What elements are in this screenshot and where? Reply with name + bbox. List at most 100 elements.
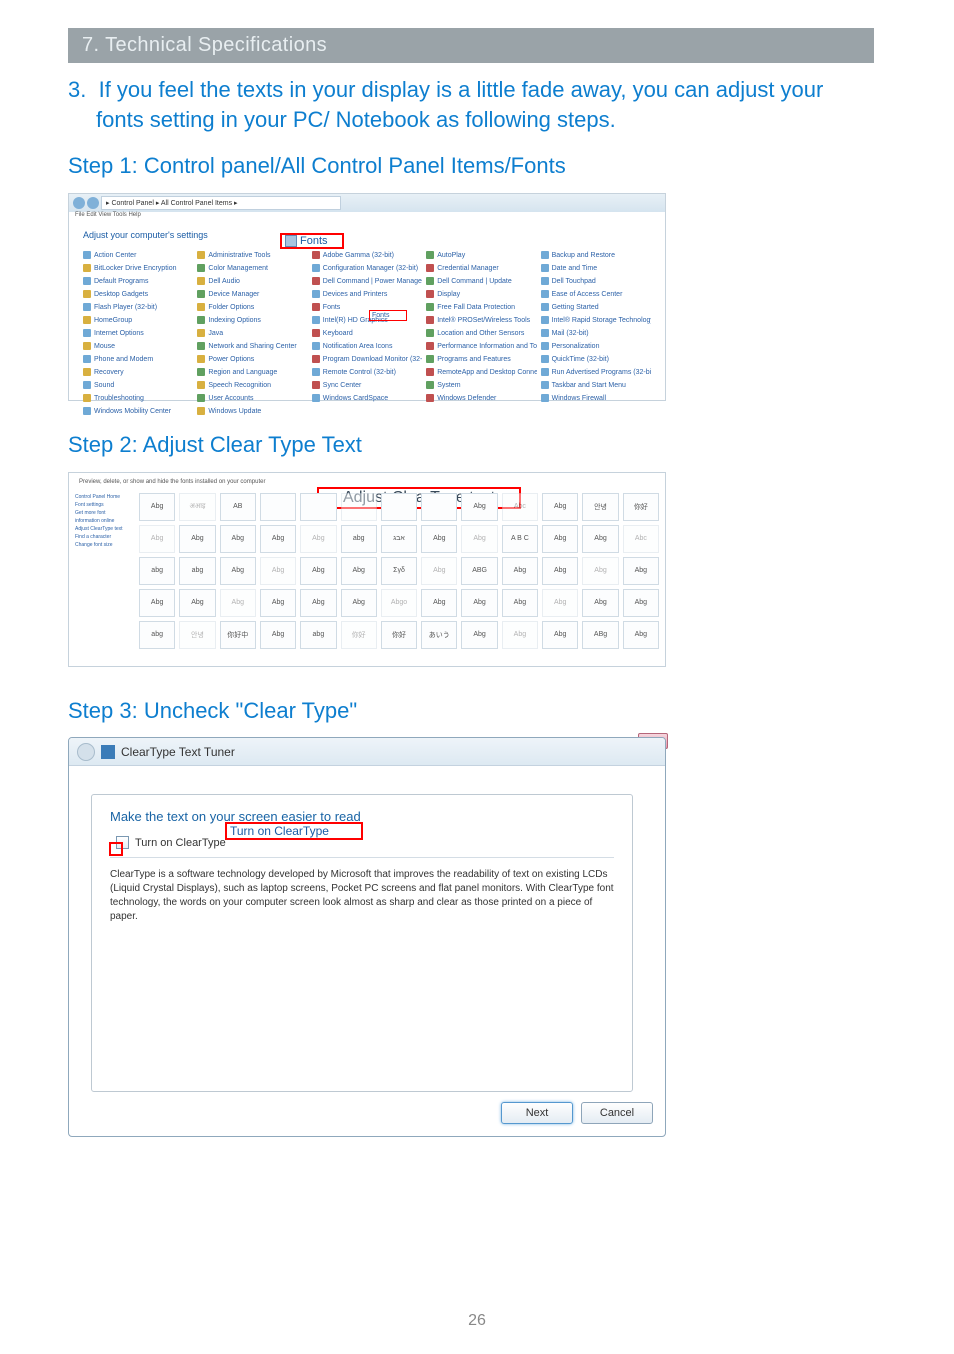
font-thumbnail: Abg [623,557,659,585]
control-panel-item: Mouse [83,341,193,352]
font-thumbnail: Abg [502,557,538,585]
control-panel-item: Windows Mobility Center [83,406,193,417]
item-icon [541,394,549,402]
control-panel-item: Color Management [197,263,307,274]
fonts-highlight-small: Fonts [369,310,407,321]
font-thumbnail: Σγδ [381,557,417,585]
step1-heading: Step 1: Control panel/All Control Panel … [68,152,874,181]
control-panel-item: Dell Command | Update [426,276,536,287]
item-icon [426,368,434,376]
item-label: Desktop Gadgets [94,291,148,298]
control-panel-item: Region and Language [197,367,307,378]
item-icon [426,381,434,389]
item-icon [83,316,91,324]
font-thumbnail: ABg [582,621,618,649]
font-thumbnail: Abgo [381,589,417,617]
item-label: Keyboard [323,330,353,337]
item-icon [83,303,91,311]
item-icon [83,329,91,337]
item-icon [197,368,205,376]
divider [110,857,614,858]
control-panel-item: Ease of Access Center [541,289,651,300]
font-thumbnail [260,493,296,521]
item-label: Sync Center [323,382,362,389]
font-thumbnail: Abg [179,525,215,553]
cleartype-icon [101,745,115,759]
item-icon [541,264,549,272]
instruction-text: 3. If you feel the texts in your display… [68,75,874,134]
font-thumbnail: Abg [220,557,256,585]
menu-bar: File Edit View Tools Help [69,212,665,224]
control-panel-item: Credential Manager [426,263,536,274]
font-thumbnail: 你好 [341,621,377,649]
control-panel-item: Flash Player (32-bit) [83,302,193,313]
item-label: BitLocker Drive Encryption [94,265,176,272]
item-icon [197,290,205,298]
item-icon [541,368,549,376]
item-label: Fonts [323,304,341,311]
item-icon [197,355,205,363]
item-label: Phone and Modem [94,356,153,363]
item-icon [312,290,320,298]
panel-description: Adjust your computer's settings [69,224,665,246]
item-icon [197,329,205,337]
font-thumbnail: Abg [623,589,659,617]
item-icon [312,277,320,285]
cleartype-titlebar: ClearType Text Tuner [69,738,665,766]
item-icon [197,407,205,415]
control-panel-item: Notification Area Icons [312,341,422,352]
font-thumbnail: Abg [542,589,578,617]
item-label: Mail (32-bit) [552,330,589,337]
item-label: Configuration Manager (32-bit) [323,265,418,272]
item-icon [312,251,320,259]
item-icon [426,251,434,259]
list-number: 3. [68,77,86,102]
item-label: Display [437,291,460,298]
font-thumbnail: Abg [260,621,296,649]
control-panel-item: QuickTime (32-bit) [541,354,651,365]
item-icon [426,290,434,298]
item-label: System [437,382,460,389]
item-label: Windows Mobility Center [94,408,171,415]
control-panel-item: Backup and Restore [541,250,651,261]
font-thumbnail: abg [341,525,377,553]
cancel-button[interactable]: Cancel [581,1102,653,1124]
font-thumbnail: Abg [220,589,256,617]
checkbox-label: Turn on ClearType [135,837,226,849]
sidebar-link: Font settings [75,501,131,509]
control-panel-item: Windows Firewall [541,393,651,404]
font-thumbnail: Abg [260,525,296,553]
control-panel-item: HomeGroup [83,315,193,326]
font-thumbnail: ABG [461,557,497,585]
control-panel-item: Speech Recognition [197,380,307,391]
font-thumbnail: あいう [421,621,457,649]
font-thumbnail: Abg [300,557,336,585]
item-icon [312,329,320,337]
font-thumbnail: 你好 [623,493,659,521]
font-thumbnail: Abg [582,589,618,617]
item-label: Dell Command | Update [437,278,512,285]
next-button[interactable]: Next [501,1102,573,1124]
item-label: Power Options [208,356,254,363]
item-label: Internet Options [94,330,144,337]
control-panel-item: Remote Control (32-bit) [312,367,422,378]
font-thumbnails-grid: AbgअआइABAbgAbcAbg안녕你好AbgAbgAbgAbgAbgabgא… [139,493,659,660]
font-thumbnail: 안녕 [179,621,215,649]
font-thumbnail: Abc [502,493,538,521]
control-panel-item: Dell Audio [197,276,307,287]
item-icon [312,381,320,389]
window-titlebar: ▸ Control Panel ▸ All Control Panel Item… [69,194,665,212]
item-label: Dell Touchpad [552,278,596,285]
item-label: AutoPlay [437,252,465,259]
font-thumbnail: Abg [502,589,538,617]
item-icon [197,251,205,259]
item-label: Ease of Access Center [552,291,623,298]
control-panel-item: Desktop Gadgets [83,289,193,300]
font-thumbnail: abg [139,557,175,585]
control-panel-item: Windows Defender [426,393,536,404]
item-label: Performance Information and Tools [437,343,536,350]
item-icon [426,303,434,311]
control-panel-item: Sync Center [312,380,422,391]
back-icon [77,743,95,761]
item-label: Intel® PROSet/Wireless Tools [437,317,530,324]
